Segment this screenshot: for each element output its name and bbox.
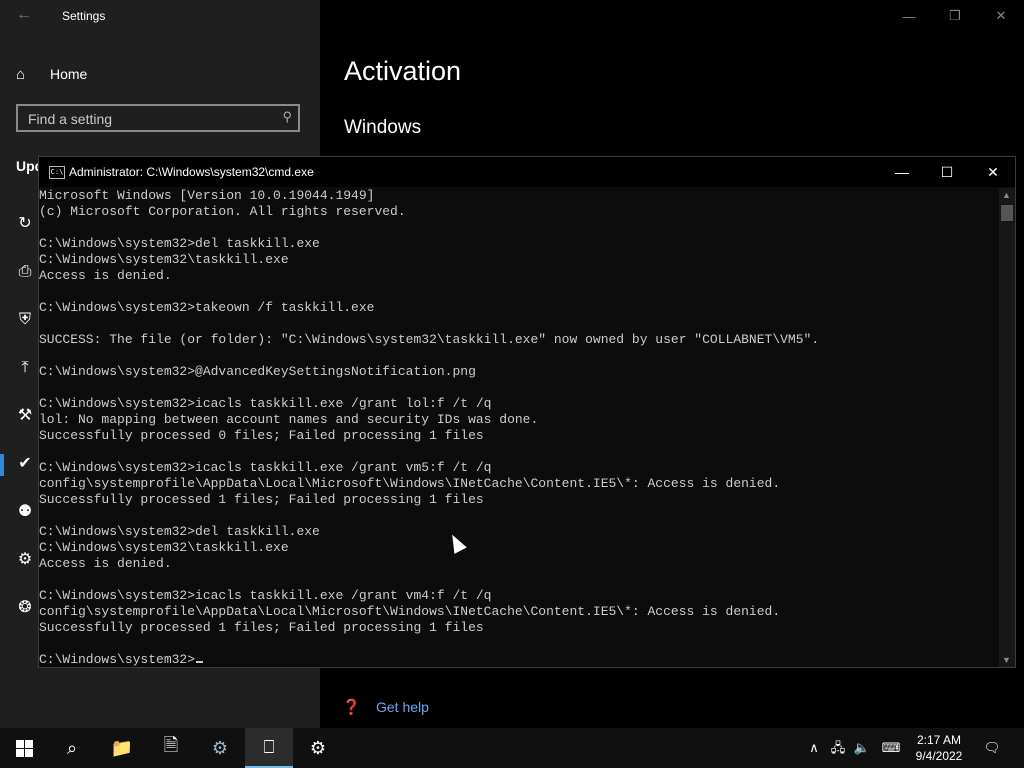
taskbar-command-prompt[interactable]: ⎕ — [245, 728, 293, 768]
taskbar-search-button[interactable]: ⌕ — [48, 728, 96, 768]
windows-logo-icon — [15, 739, 33, 757]
console-line: C:\Windows\system32> — [39, 652, 204, 668]
console-line: Access is denied. — [39, 268, 172, 283]
network-icon[interactable]: 🖧 — [828, 738, 848, 758]
settings-search-box[interactable]: ⚲ — [16, 104, 300, 132]
console-line: SUCCESS: The file (or folder): "C:\Windo… — [39, 332, 820, 347]
taskbar: ⌕ 📁 🗎 ⚙ ⎕ ⚙ ∧ 🖧 🔈 ⌨ 2:17 AM 9/4/2022 🗨 — [0, 728, 1024, 768]
console-line: C:\Windows\system32>del taskkill.exe — [39, 524, 320, 539]
scroll-up-icon[interactable]: ▲ — [1002, 190, 1011, 200]
cmd-maximize-button[interactable]: ☐ — [924, 157, 970, 187]
console-line: C:\Windows\system32\taskkill.exe — [39, 252, 289, 267]
chevron-up-icon[interactable]: ∧ — [806, 738, 822, 758]
console-line: Successfully processed 1 files; Failed p… — [39, 620, 484, 635]
notification-icon[interactable]: 🗨 — [980, 738, 1004, 758]
console-line: C:\Windows\system32>del taskkill.exe — [39, 236, 320, 251]
control-panel-icon: ⚙ — [211, 737, 229, 758]
settings-titlebar: ← Settings — ❒ ✕ — [0, 0, 1024, 32]
home-icon: ⌂ — [16, 65, 26, 83]
console-line: C:\Windows\system32>icacls taskkill.exe … — [39, 396, 492, 411]
selected-nav-indicator — [0, 454, 4, 476]
console-line: lol: No mapping between account names an… — [39, 412, 539, 427]
document-icon: 🗎 — [163, 735, 179, 755]
cmd-titlebar[interactable]: C:\ Administrator: C:\Windows\system32\c… — [39, 157, 1015, 187]
terminal-icon: ⎕ — [263, 736, 275, 757]
settings-title: Settings — [62, 9, 106, 23]
settings-search-input[interactable] — [26, 109, 270, 129]
start-button[interactable] — [0, 728, 48, 768]
for-developers-icon[interactable]: ⚙ — [14, 549, 36, 571]
get-help-label: Get help — [376, 699, 429, 715]
cmd-close-button[interactable]: ✕ — [970, 157, 1016, 187]
console-line: (c) Microsoft Corporation. All rights re… — [39, 204, 406, 219]
console-line: Access is denied. — [39, 556, 172, 571]
volume-icon[interactable]: 🔈 — [852, 738, 872, 758]
scroll-thumb[interactable] — [1001, 205, 1013, 221]
get-help-link[interactable]: ❓ Get help — [342, 698, 429, 716]
windows-update-icon[interactable]: ↻ — [14, 213, 36, 235]
cmd-scrollbar[interactable]: ▲ ▼ — [999, 188, 1015, 667]
settings-close-button[interactable]: ✕ — [978, 0, 1024, 32]
console-line: Successfully processed 0 files; Failed p… — [39, 428, 484, 443]
console-line: C:\Windows\system32>@AdvancedKeySettings… — [39, 364, 476, 379]
console-output[interactable]: Microsoft Windows [Version 10.0.19044.19… — [39, 188, 999, 668]
backup-icon[interactable]: ⤒ — [14, 357, 36, 379]
delivery-optimization-icon[interactable]: ⎙ — [14, 261, 36, 283]
cmd-title: Administrator: C:\Windows\system32\cmd.e… — [69, 165, 314, 179]
cmd-window[interactable]: C:\ Administrator: C:\Windows\system32\c… — [38, 156, 1016, 668]
home-nav-item[interactable]: ⌂ Home — [16, 62, 87, 86]
taskbar-notepad[interactable]: 🗎 — [147, 728, 195, 768]
troubleshoot-icon[interactable]: ⚒ — [14, 405, 36, 427]
help-icon: ❓ — [342, 699, 361, 716]
page-title: Activation — [344, 56, 462, 86]
settings-maximize-button[interactable]: ❒ — [932, 0, 978, 32]
cmd-minimize-button[interactable]: — — [879, 157, 925, 187]
settings-minimize-button[interactable]: — — [886, 0, 932, 32]
console-line: C:\Windows\system32\taskkill.exe — [39, 540, 289, 555]
gear-icon: ⚙ — [309, 737, 327, 758]
taskbar-file-explorer[interactable]: 📁 — [98, 728, 146, 768]
keyboard-icon[interactable]: ⌨ — [878, 738, 904, 758]
windows-security-icon[interactable]: ⛨ — [14, 309, 36, 331]
activation-icon[interactable]: ✔ — [14, 453, 36, 475]
console-line: Successfully processed 1 files; Failed p… — [39, 492, 484, 507]
console-line: C:\Windows\system32>icacls taskkill.exe … — [39, 588, 492, 603]
taskbar-settings[interactable]: ⚙ — [294, 728, 342, 768]
console-line: config\systemprofile\AppData\Local\Micro… — [39, 604, 781, 619]
clock-time: 2:17 AM — [916, 733, 962, 747]
console-line: C:\Windows\system32>takeown /f taskkill.… — [39, 300, 375, 315]
text-cursor — [196, 661, 204, 663]
search-icon[interactable]: ⚲ — [282, 109, 292, 125]
console-line: Microsoft Windows [Version 10.0.19044.19… — [39, 188, 375, 203]
console-line: config\systemprofile\AppData\Local\Micro… — [39, 476, 781, 491]
clock-date: 9/4/2022 — [915, 749, 963, 763]
search-icon: ⌕ — [66, 737, 78, 758]
section-title: Windows — [344, 117, 422, 138]
taskbar-clock[interactable]: 2:17 AM 9/4/2022 — [908, 732, 970, 764]
scroll-down-icon[interactable]: ▼ — [1002, 655, 1011, 665]
home-label: Home — [50, 66, 88, 82]
console-line: C:\Windows\system32>icacls taskkill.exe … — [39, 460, 492, 475]
insider-program-icon[interactable]: ❂ — [14, 597, 36, 619]
taskbar-control-panel[interactable]: ⚙ — [196, 728, 244, 768]
cmd-app-icon: C:\ — [49, 166, 65, 179]
folder-icon: 📁 — [110, 737, 134, 758]
back-arrow-icon[interactable]: ← — [16, 6, 32, 24]
find-my-device-icon[interactable]: ⚉ — [14, 501, 36, 523]
